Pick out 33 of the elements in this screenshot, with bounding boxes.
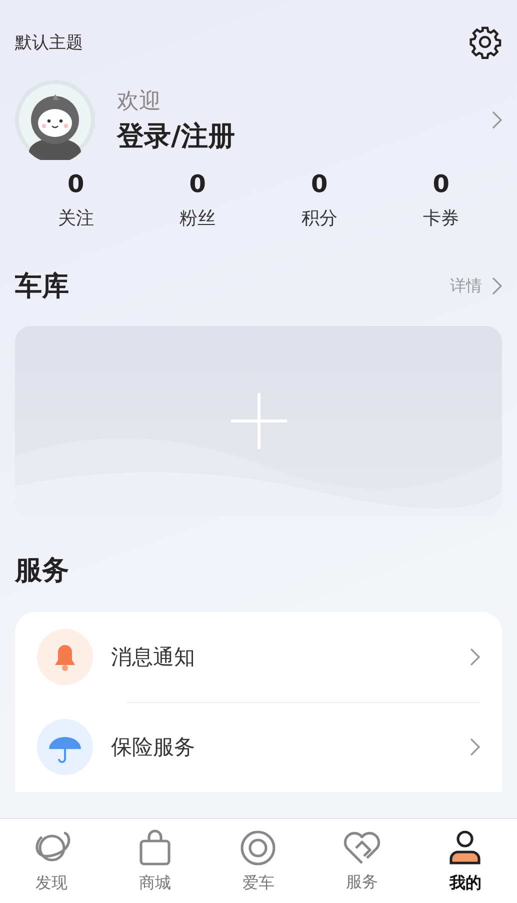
theme-label[interactable]: 默认主题: [15, 30, 83, 54]
chevron-icon: [492, 111, 502, 129]
stat-value: 0: [189, 170, 206, 198]
service-item[interactable]: 消息通知: [111, 643, 452, 671]
login-link[interactable]: 登录/注册: [117, 118, 235, 154]
chevron-icon: [470, 648, 480, 666]
avatar[interactable]: [15, 80, 95, 160]
target-icon: [239, 828, 278, 866]
bell-icon: [37, 629, 93, 685]
section-title: 车库: [15, 270, 69, 304]
chevron-icon: [492, 277, 502, 295]
tab-item[interactable]: 我的: [414, 819, 517, 903]
umbrella-icon: [37, 719, 93, 775]
tab-item[interactable]: 爱车: [206, 819, 310, 903]
stat-value: 0: [311, 170, 328, 198]
plus-icon: [230, 393, 286, 449]
settings-icon[interactable]: [468, 25, 502, 59]
stat-label[interactable]: 关注: [58, 206, 94, 230]
service-item[interactable]: 保险服务: [111, 733, 452, 761]
stat-label[interactable]: 卡券: [423, 206, 460, 230]
stat-label[interactable]: 粉丝: [180, 206, 216, 230]
tab-item[interactable]: 服务: [310, 819, 414, 903]
chevron-icon: [470, 738, 480, 756]
person-icon: [447, 828, 484, 866]
section-title: 服务: [15, 554, 69, 588]
heart-icon: [342, 830, 382, 866]
greeting-text: 欢迎: [117, 88, 161, 116]
tab-item[interactable]: 发现: [0, 819, 104, 903]
stat-value: 0: [68, 170, 84, 198]
bag-icon: [138, 828, 172, 866]
tab-item[interactable]: 商城: [103, 819, 207, 903]
stat-label[interactable]: 积分: [301, 206, 338, 230]
stat-value: 0: [432, 170, 450, 198]
